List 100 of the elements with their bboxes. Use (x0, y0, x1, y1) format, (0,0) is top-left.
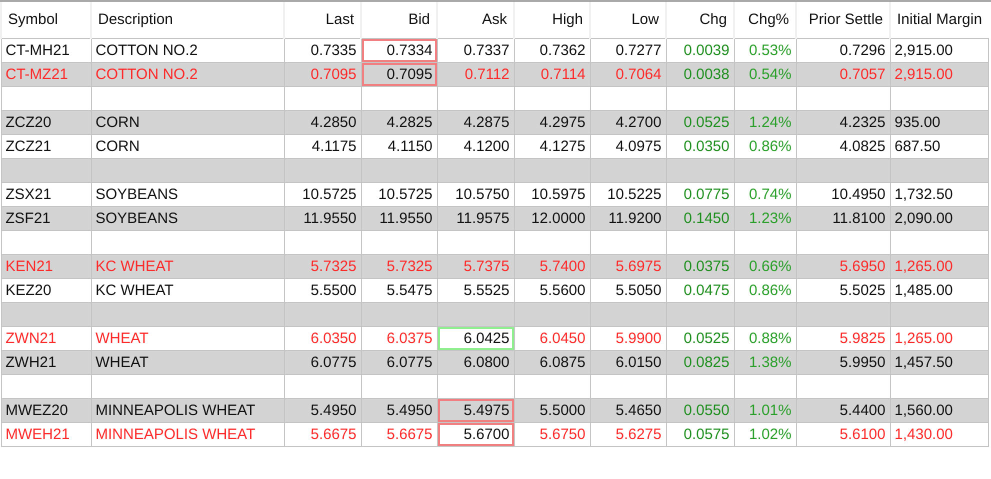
table-cell: 0.0550 (666, 398, 734, 422)
table-cell: 6.0800 (437, 350, 514, 374)
table-cell: 6.0375 (361, 326, 437, 350)
table-cell: 10.5975 (514, 182, 590, 206)
table-cell: 11.9575 (437, 206, 514, 230)
table-cell: 0.7112 (437, 62, 514, 86)
table-cell: MWEZ20 (1, 398, 91, 422)
table-cell: 5.6750 (514, 422, 590, 446)
column-header[interactable]: Last (284, 2, 361, 38)
table-cell: SOYBEANS (91, 206, 284, 230)
table-row[interactable]: ZWH21 WHEAT 6.0775 6.0775 6.0800 6.0875 6.0150 0.0825 1.38% 5.9950 1,457.50 (1, 350, 988, 374)
table-cell: 1.01% (734, 398, 796, 422)
table-cell: 4.2700 (590, 110, 666, 134)
table-cell: 0.86% (734, 134, 796, 158)
table-cell: 5.7325 (284, 254, 361, 278)
column-header[interactable]: Symbol (1, 2, 91, 38)
table-row[interactable]: ZCZ20 CORN 4.2850 4.2825 4.2875 4.2975 4.2700 0.0525 1.24% 4.2325 935.00 (1, 110, 988, 134)
table-row[interactable]: ZWN21 WHEAT 6.0350 6.0375 6.0425 6.0450 5.9900 0.0525 0.88% 5.9825 1,265.00 (1, 326, 988, 350)
table-cell: 5.9950 (796, 350, 890, 374)
table-cell: 5.5000 (514, 398, 590, 422)
table-cell: 5.7400 (514, 254, 590, 278)
table-cell: 2,090.00 (890, 206, 988, 230)
table-cell: 0.7114 (514, 62, 590, 86)
table-cell: ZSX21 (1, 182, 91, 206)
table-cell: 0.7334 (361, 38, 437, 62)
column-header[interactable]: Chg (666, 2, 734, 38)
table-cell: 6.0150 (590, 350, 666, 374)
table-cell: 10.5750 (437, 182, 514, 206)
table-cell: 1,457.50 (890, 350, 988, 374)
table-cell: 1,485.00 (890, 278, 988, 302)
table-cell: MINNEAPOLIS WHEAT (91, 422, 284, 446)
table-row[interactable]: ZCZ21 CORN 4.1175 4.1150 4.1200 4.1275 4.0975 0.0350 0.86% 4.0825 687.50 (1, 134, 988, 158)
column-header[interactable]: Description (91, 2, 284, 38)
column-header[interactable]: Prior Settle (796, 2, 890, 38)
table-cell: 0.0825 (666, 350, 734, 374)
table-cell: 5.6100 (796, 422, 890, 446)
table-cell: 5.5050 (590, 278, 666, 302)
table-cell: 0.1450 (666, 206, 734, 230)
table-cell: 6.0450 (514, 326, 590, 350)
table-cell: 4.1275 (514, 134, 590, 158)
table-cell: 5.9825 (796, 326, 890, 350)
table-cell: 1,265.00 (890, 326, 988, 350)
table-cell: 1.02% (734, 422, 796, 446)
table-cell: ZCZ21 (1, 134, 91, 158)
column-header[interactable]: Bid (361, 2, 437, 38)
table-cell: ZSF21 (1, 206, 91, 230)
table-cell: ZWN21 (1, 326, 91, 350)
table-row[interactable]: MWEZ20 MINNEAPOLIS WHEAT 5.4950 5.4950 5.4975 5.5000 5.4650 0.0550 1.01% 5.4400 1,560.00 (1, 398, 988, 422)
table-cell: 6.0350 (284, 326, 361, 350)
table-cell: 5.6275 (590, 422, 666, 446)
table-cell: 5.4650 (590, 398, 666, 422)
table-cell: 11.9200 (590, 206, 666, 230)
table-cell: 935.00 (890, 110, 988, 134)
table-cell: 5.9900 (590, 326, 666, 350)
table-cell: ZWH21 (1, 350, 91, 374)
table-cell: 5.6950 (796, 254, 890, 278)
table-cell: 0.7057 (796, 62, 890, 86)
column-header[interactable]: Chg% (734, 2, 796, 38)
table-cell: 0.7296 (796, 38, 890, 62)
table-cell: ZCZ20 (1, 110, 91, 134)
table-row[interactable]: KEZ20 KC WHEAT 5.5500 5.5475 5.5525 5.5600 5.5050 0.0475 0.86% 5.5025 1,485.00 (1, 278, 988, 302)
table-cell: 0.0525 (666, 110, 734, 134)
table-cell: 0.86% (734, 278, 796, 302)
table-cell: 0.7064 (590, 62, 666, 86)
column-header[interactable]: High (514, 2, 590, 38)
table-row[interactable]: CT-MZ21 COTTON NO.2 0.7095 0.7095 0.7112 0.7114 0.7064 0.0038 0.54% 0.7057 2,915.00 (1, 62, 988, 86)
table-cell: 1,265.00 (890, 254, 988, 278)
table-cell: 5.6975 (590, 254, 666, 278)
table-cell: KC WHEAT (91, 254, 284, 278)
table-cell: 10.5225 (590, 182, 666, 206)
table-cell: 0.54% (734, 62, 796, 86)
table-cell: 5.6675 (284, 422, 361, 446)
table-cell: 5.7375 (437, 254, 514, 278)
table-row[interactable]: ZSF21 SOYBEANS 11.9550 11.9550 11.9575 12.0000 11.9200 0.1450 1.23% 11.8100 2,090.00 (1, 206, 988, 230)
table-cell: 5.7325 (361, 254, 437, 278)
column-header[interactable]: Ask (437, 2, 514, 38)
table-cell: 5.6675 (361, 422, 437, 446)
column-header[interactable]: Initial Margin (890, 2, 988, 38)
table-cell: KEN21 (1, 254, 91, 278)
table-cell: 5.4975 (437, 398, 514, 422)
table-cell: COTTON NO.2 (91, 62, 284, 86)
table-cell: 1,430.00 (890, 422, 988, 446)
table-cell: 10.4950 (796, 182, 890, 206)
table-cell: 687.50 (890, 134, 988, 158)
table-cell: 6.0425 (437, 326, 514, 350)
table-cell: 5.4400 (796, 398, 890, 422)
table-cell: 0.7095 (361, 62, 437, 86)
table-cell: 0.0775 (666, 182, 734, 206)
table-cell: 12.0000 (514, 206, 590, 230)
table-row[interactable]: ZSX21 SOYBEANS 10.5725 10.5725 10.5750 10.5975 10.5225 0.0775 0.74% 10.4950 1,732.50 (1, 182, 988, 206)
table-row[interactable]: MWEH21 MINNEAPOLIS WHEAT 5.6675 5.6675 5.6700 5.6750 5.6275 0.0575 1.02% 5.6100 1,430.00 (1, 422, 988, 446)
column-header[interactable]: Low (590, 2, 666, 38)
table-cell: 0.0039 (666, 38, 734, 62)
table-row[interactable]: CT-MH21 COTTON NO.2 0.7335 0.7334 0.7337 0.7362 0.7277 0.0039 0.53% 0.7296 2,915.00 (1, 38, 988, 62)
table-cell: 11.9550 (361, 206, 437, 230)
table-cell: 0.0038 (666, 62, 734, 86)
table-cell: 4.0975 (590, 134, 666, 158)
table-cell: 4.2325 (796, 110, 890, 134)
table-cell: 5.5025 (796, 278, 890, 302)
table-cell: 5.5600 (514, 278, 590, 302)
